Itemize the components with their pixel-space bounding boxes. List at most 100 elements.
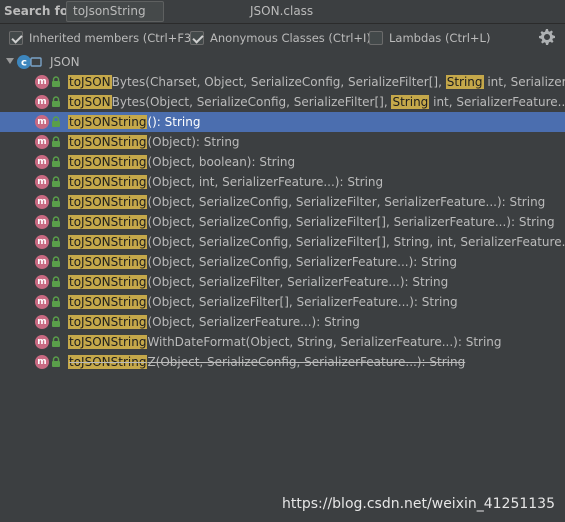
anonymous-classes-option[interactable]: Anonymous Classes (Ctrl+I) bbox=[190, 30, 371, 46]
match-highlight: toJSONString bbox=[68, 335, 148, 349]
lock-icon bbox=[52, 116, 60, 127]
method-icon: m bbox=[35, 235, 49, 249]
match-highlight: String bbox=[391, 95, 430, 109]
lock-icon bbox=[52, 76, 60, 87]
tree-row[interactable]: m toJSONString(Object, SerializeFilter, S… bbox=[0, 272, 565, 292]
class-title: JSON.class bbox=[250, 4, 314, 18]
gear-icon[interactable] bbox=[539, 29, 555, 45]
match-highlight: toJSONString bbox=[68, 275, 148, 289]
method-signature: toJSONBytes(Object, SerializeConfig, Ser… bbox=[68, 95, 565, 109]
signature-text: (Object, SerializeConfig, SerializeFilte… bbox=[147, 215, 555, 229]
chevron-down-icon[interactable] bbox=[5, 56, 15, 66]
tree-row[interactable]: m toJSONStringWithDateFormat(Object, Stri… bbox=[0, 332, 565, 352]
tree-row[interactable]: m toJSONString(Object, SerializeConfig, S… bbox=[0, 192, 565, 212]
match-highlight: toJSONString bbox=[68, 255, 148, 269]
method-signature: toJSONString(Object): String bbox=[68, 135, 240, 149]
structure-popup: Search for: toJsonString JSON.class Inhe… bbox=[0, 0, 565, 522]
signature-text: Bytes(Object, SerializeConfig, Serialize… bbox=[111, 95, 392, 109]
method-icon: m bbox=[35, 255, 49, 269]
lock-icon bbox=[52, 316, 60, 327]
tree-row[interactable]: m toJSONBytes(Charset, Object, SerializeC… bbox=[0, 72, 565, 92]
signature-text: Bytes(Charset, Object, SerializeConfig, … bbox=[111, 75, 446, 89]
match-highlight: toJSONString bbox=[68, 355, 148, 369]
class-badge-icon bbox=[30, 57, 42, 67]
lock-icon bbox=[52, 96, 60, 107]
signature-text: int, SerializerFeature...): byte[] bbox=[433, 95, 565, 109]
tree-row[interactable]: m toJSONStringZ(Object, SerializeConfig, … bbox=[0, 352, 565, 372]
method-signature: toJSONString(Object, SerializeFilter[], … bbox=[68, 295, 458, 309]
method-signature: toJSONString(Object, SerializeConfig, Se… bbox=[68, 195, 545, 209]
tree-root-json[interactable]: c JSON bbox=[0, 53, 565, 71]
inherited-members-checkbox[interactable] bbox=[9, 31, 23, 45]
tree-row[interactable]: m toJSONString(Object, SerializeConfig, S… bbox=[0, 252, 565, 272]
method-icon: m bbox=[35, 275, 49, 289]
method-signature: toJSONString(): String bbox=[68, 115, 200, 129]
method-signature: toJSONBytes(Charset, Object, SerializeCo… bbox=[68, 75, 565, 89]
lock-icon bbox=[52, 196, 60, 207]
options-row: Inherited members (Ctrl+F3) Anonymous Cl… bbox=[0, 26, 565, 50]
anonymous-classes-checkbox[interactable] bbox=[190, 31, 204, 45]
method-icon: m bbox=[35, 175, 49, 189]
match-highlight: toJSON bbox=[68, 95, 112, 109]
match-highlight: toJSON bbox=[68, 75, 112, 89]
tree-root-label: JSON bbox=[50, 55, 80, 69]
method-icon: m bbox=[35, 195, 49, 209]
watermark: https://blog.csdn.net/weixin_41251135 bbox=[281, 496, 555, 512]
tree-row[interactable]: m toJSONString(): String bbox=[0, 112, 565, 132]
method-icon: m bbox=[35, 355, 49, 369]
method-signature: toJSONString(Object, SerializeConfig, Se… bbox=[68, 235, 565, 249]
lock-icon bbox=[52, 136, 60, 147]
tree-row[interactable]: m toJSONString(Object, int, SerializerFea… bbox=[0, 172, 565, 192]
lock-icon bbox=[52, 236, 60, 247]
tree-row[interactable]: m toJSONString(Object, boolean): String bbox=[0, 152, 565, 172]
method-signature: toJSONString(Object, SerializeFilter, Se… bbox=[68, 275, 448, 289]
lock-icon bbox=[52, 176, 60, 187]
signature-text: (Object, SerializeFilter, SerializerFeat… bbox=[147, 275, 449, 289]
match-highlight: toJSONString bbox=[68, 115, 148, 129]
match-highlight: toJSONString bbox=[68, 215, 148, 229]
lock-icon bbox=[52, 296, 60, 307]
match-highlight: toJSONString bbox=[68, 135, 148, 149]
tree-row[interactable]: m toJSONString(Object, SerializeConfig, S… bbox=[0, 232, 565, 252]
tree-row[interactable]: m toJSONBytes(Object, SerializeConfig, Se… bbox=[0, 92, 565, 112]
signature-text: WithDateFormat(Object, String, Serialize… bbox=[147, 335, 502, 349]
method-signature: toJSONString(Object, SerializeConfig, Se… bbox=[68, 215, 555, 229]
signature-text: (Object, int, SerializerFeature...): Str… bbox=[147, 175, 384, 189]
lambdas-checkbox[interactable] bbox=[369, 31, 383, 45]
lock-icon bbox=[52, 276, 60, 287]
search-input[interactable]: toJsonString bbox=[66, 1, 164, 22]
lambdas-label: Lambdas (Ctrl+L) bbox=[389, 31, 491, 45]
signature-text: (Object, SerializeConfig, SerializerFeat… bbox=[147, 255, 457, 269]
method-icon: m bbox=[35, 295, 49, 309]
tree-row[interactable]: m toJSONString(Object): String bbox=[0, 132, 565, 152]
search-bar: Search for: toJsonString JSON.class bbox=[0, 0, 565, 24]
lock-icon bbox=[52, 256, 60, 267]
method-icon: m bbox=[35, 75, 49, 89]
tree-row[interactable]: m toJSONString(Object, SerializeConfig, S… bbox=[0, 212, 565, 232]
method-icon: m bbox=[35, 115, 49, 129]
signature-text: int, SerializerFeature...): byte[] bbox=[487, 75, 565, 89]
lock-icon bbox=[52, 356, 60, 367]
lock-icon bbox=[52, 156, 60, 167]
inherited-members-label: Inherited members (Ctrl+F3) bbox=[29, 31, 196, 45]
match-highlight: toJSONString bbox=[68, 315, 148, 329]
signature-text: Z(Object, SerializeConfig, SerializerFea… bbox=[147, 355, 466, 369]
tree-row[interactable]: m toJSONString(Object, SerializerFeature.… bbox=[0, 312, 565, 332]
match-highlight: toJSONString bbox=[68, 155, 148, 169]
method-signature: toJSONString(Object, SerializerFeature..… bbox=[68, 315, 360, 329]
match-highlight: toJSONString bbox=[68, 175, 148, 189]
signature-text: (Object): String bbox=[147, 135, 240, 149]
tree-row[interactable]: m toJSONString(Object, SerializeFilter[],… bbox=[0, 292, 565, 312]
signature-text: (Object, SerializerFeature...): String bbox=[147, 315, 360, 329]
method-icon: m bbox=[35, 215, 49, 229]
match-highlight: toJSONString bbox=[68, 295, 148, 309]
lock-icon bbox=[52, 216, 60, 227]
lambdas-option[interactable]: Lambdas (Ctrl+L) bbox=[369, 30, 490, 46]
signature-text: (Object, SerializeConfig, SerializeFilte… bbox=[147, 235, 565, 249]
method-icon: m bbox=[35, 315, 49, 329]
inherited-members-option[interactable]: Inherited members (Ctrl+F3) bbox=[9, 30, 196, 46]
lock-icon bbox=[52, 336, 60, 347]
method-icon: m bbox=[35, 155, 49, 169]
method-icon: m bbox=[35, 335, 49, 349]
signature-text: (Object, SerializeConfig, SerializeFilte… bbox=[147, 195, 546, 209]
